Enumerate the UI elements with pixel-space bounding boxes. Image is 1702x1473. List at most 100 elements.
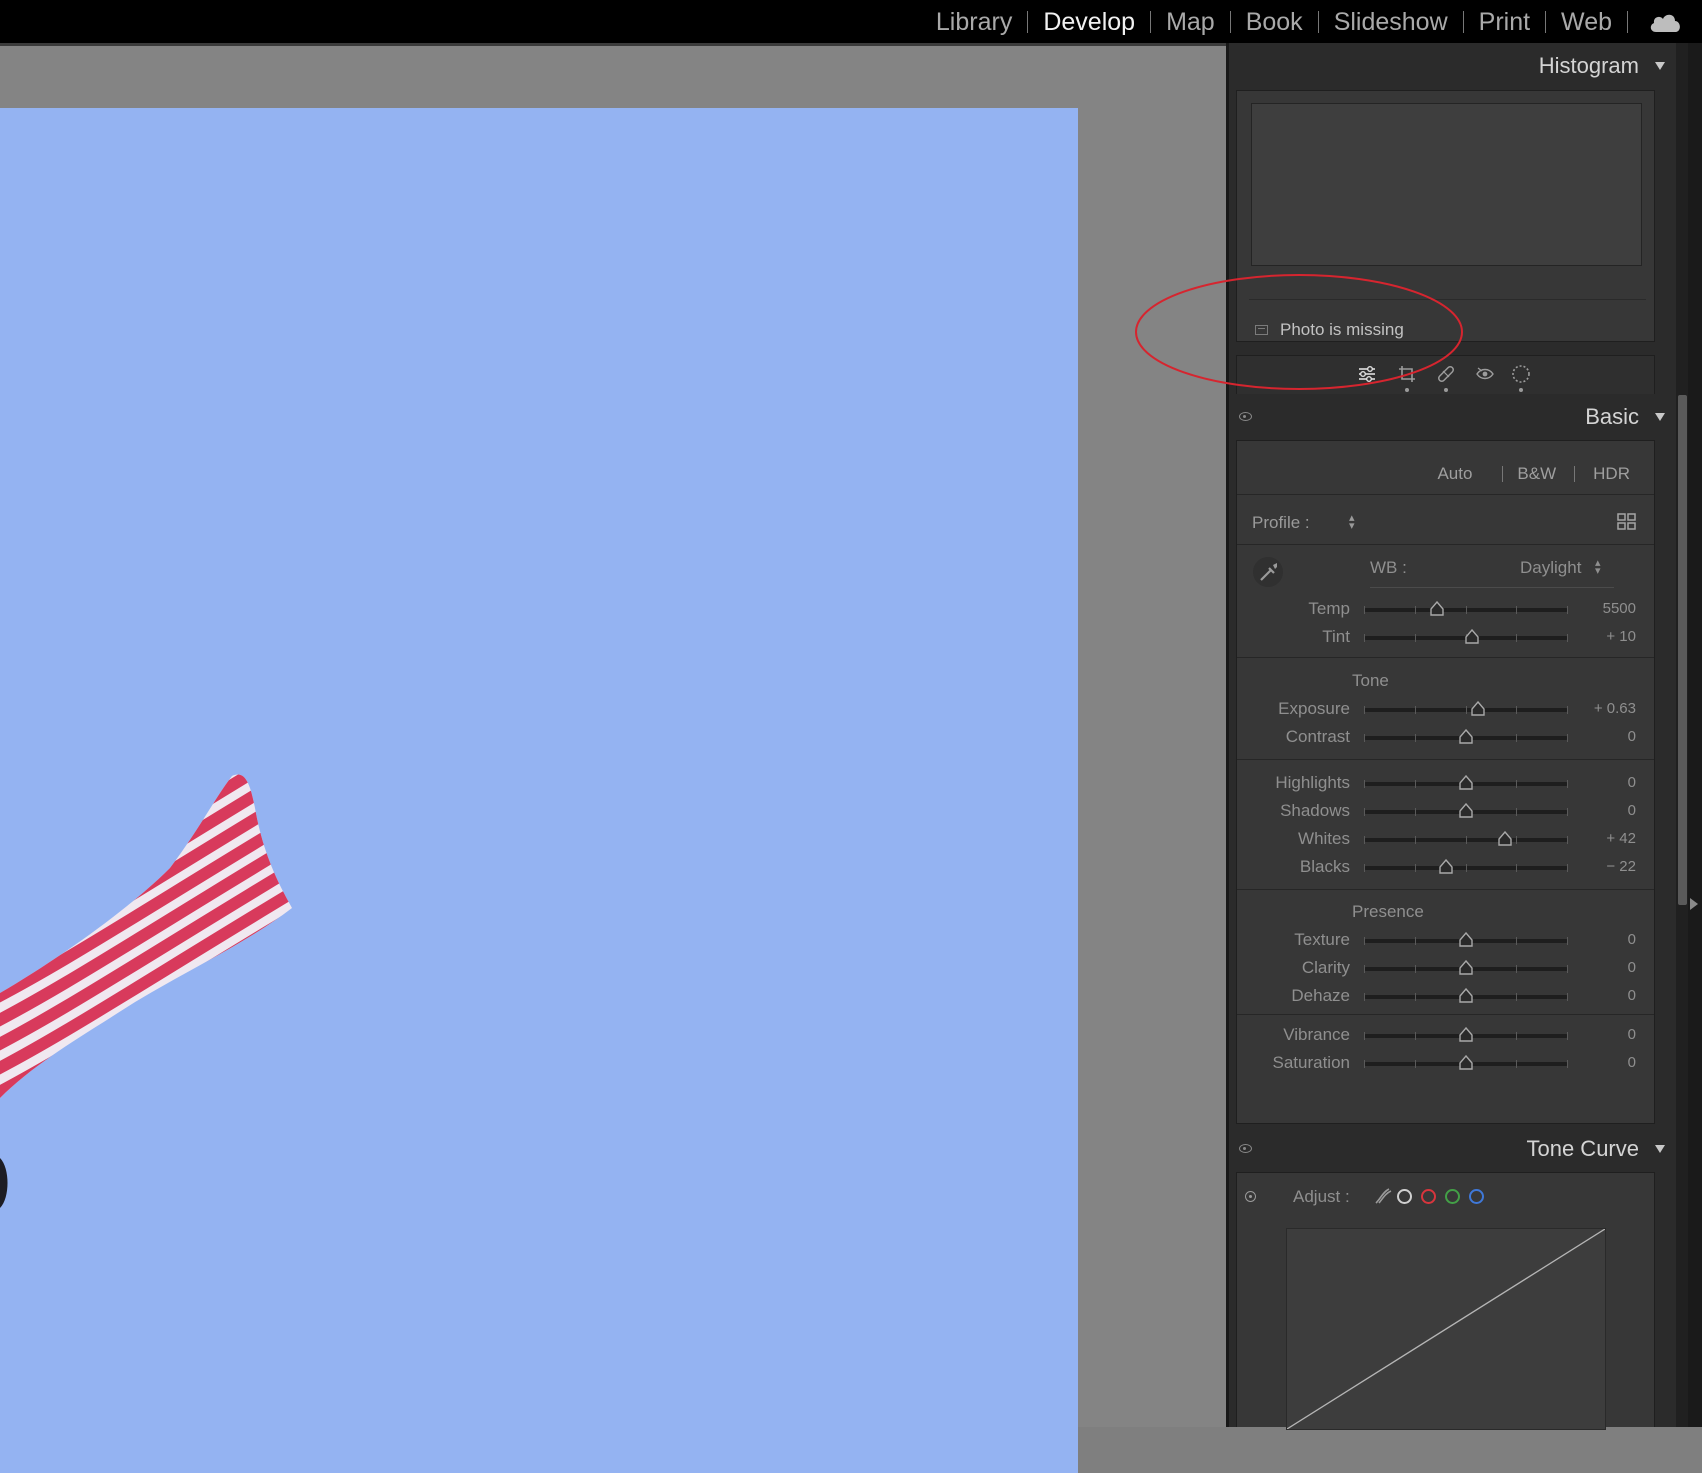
- profile-label[interactable]: Profile :: [1252, 513, 1310, 533]
- basic-header[interactable]: Basic: [1229, 394, 1679, 440]
- wb-preset-select[interactable]: Daylight: [1520, 558, 1581, 578]
- healing-icon[interactable]: [1434, 362, 1458, 386]
- slider-tick: [1567, 836, 1568, 844]
- module-book[interactable]: Book: [1231, 9, 1318, 35]
- panel-visibility-eye-icon[interactable]: [1239, 1144, 1252, 1153]
- photo-preview[interactable]: [0, 108, 1078, 1473]
- bw-button[interactable]: B&W: [1517, 464, 1556, 484]
- temp-value[interactable]: 5500: [1603, 600, 1636, 617]
- highlights-slider-track[interactable]: [1364, 775, 1568, 790]
- tone-curve-graph[interactable]: [1286, 1228, 1606, 1430]
- saturation-slider-track[interactable]: [1364, 1055, 1568, 1070]
- tint-slider-knob[interactable]: [1465, 629, 1479, 644]
- wb-stepper-icon[interactable]: ▴ ▾: [1595, 558, 1601, 577]
- texture-value[interactable]: 0: [1628, 931, 1636, 948]
- dehaze-value[interactable]: 0: [1628, 987, 1636, 1004]
- red-eye-icon[interactable]: [1473, 362, 1497, 386]
- auto-button[interactable]: Auto: [1437, 464, 1472, 484]
- whites-slider-knob[interactable]: [1498, 831, 1512, 846]
- clarity-slider-track[interactable]: [1364, 960, 1568, 975]
- collapse-triangle-icon[interactable]: [1655, 62, 1665, 70]
- tint-value[interactable]: + 10: [1606, 628, 1636, 645]
- curve-channel-red[interactable]: [1421, 1189, 1436, 1204]
- module-web[interactable]: Web: [1546, 9, 1627, 35]
- targeted-adjustment-icon[interactable]: [1245, 1191, 1256, 1202]
- blacks-slider-track[interactable]: [1364, 859, 1568, 874]
- exposure-slider-track[interactable]: [1364, 701, 1568, 716]
- cloud-icon[interactable]: [1648, 9, 1686, 35]
- collapse-triangle-icon[interactable]: [1655, 413, 1665, 421]
- module-map[interactable]: Map: [1151, 9, 1230, 35]
- slider-tick: [1364, 993, 1365, 1001]
- right-panel: Histogram Photo is missing Basic Auto B&…: [1226, 43, 1679, 1430]
- shadows-value[interactable]: 0: [1628, 802, 1636, 819]
- wb-eyedropper-icon[interactable]: [1252, 556, 1284, 588]
- vibrance-slider-track[interactable]: [1364, 1027, 1568, 1042]
- temp-slider-track[interactable]: [1364, 601, 1568, 616]
- contrast-value[interactable]: 0: [1628, 728, 1636, 745]
- hdr-button[interactable]: HDR: [1593, 464, 1630, 484]
- blacks-slider-knob[interactable]: [1438, 859, 1453, 874]
- vibrance-value[interactable]: 0: [1628, 1026, 1636, 1043]
- slider-tick: [1516, 836, 1518, 844]
- right-panel-gutter[interactable]: [1688, 43, 1702, 1427]
- tool-strip: [1236, 355, 1655, 396]
- contrast-slider-knob[interactable]: [1459, 729, 1473, 744]
- module-library[interactable]: Library: [921, 9, 1027, 35]
- slider-tick: [1364, 1032, 1365, 1040]
- curve-channel-green[interactable]: [1445, 1189, 1460, 1204]
- masking-icon[interactable]: [1509, 362, 1533, 386]
- curve-channel-rgb[interactable]: [1397, 1189, 1412, 1204]
- edit-sliders-icon[interactable]: [1355, 362, 1379, 386]
- module-slideshow[interactable]: Slideshow: [1319, 9, 1463, 35]
- clarity-value[interactable]: 0: [1628, 959, 1636, 976]
- photo-missing-indicator[interactable]: Photo is missing: [1255, 320, 1404, 340]
- tint-slider-track[interactable]: [1364, 629, 1568, 644]
- module-print[interactable]: Print: [1464, 9, 1545, 35]
- highlights-slider-knob[interactable]: [1459, 775, 1473, 790]
- profile-browser-grid-icon[interactable]: [1617, 513, 1636, 530]
- whites-label: Whites: [1298, 829, 1350, 848]
- slider-row-blacks: Blacks − 22: [1237, 855, 1654, 883]
- panel-toggle-arrow-icon[interactable]: [1690, 898, 1698, 910]
- temp-slider-knob[interactable]: [1430, 601, 1445, 616]
- vibrance-slider-knob[interactable]: [1459, 1027, 1473, 1042]
- crop-icon[interactable]: [1395, 362, 1419, 386]
- dehaze-slider-track[interactable]: [1364, 988, 1568, 1003]
- highlights-value[interactable]: 0: [1628, 774, 1636, 791]
- clarity-slider-knob[interactable]: [1459, 960, 1473, 975]
- exposure-slider-knob[interactable]: [1471, 701, 1485, 716]
- collapse-triangle-icon[interactable]: [1655, 1145, 1665, 1153]
- temp-label: Temp: [1308, 599, 1350, 618]
- parametric-curve-icon[interactable]: [1373, 1186, 1393, 1206]
- whites-slider-track[interactable]: [1364, 831, 1568, 846]
- shadows-slider-track[interactable]: [1364, 803, 1568, 818]
- texture-slider-knob[interactable]: [1459, 932, 1473, 947]
- panel-scrollbar-thumb[interactable]: [1678, 395, 1687, 905]
- contrast-slider-track[interactable]: [1364, 729, 1568, 744]
- tool-indicator-dot: [1405, 388, 1409, 392]
- module-develop[interactable]: Develop: [1028, 9, 1150, 35]
- panel-visibility-eye-icon[interactable]: [1239, 412, 1252, 421]
- texture-slider-track[interactable]: [1364, 932, 1568, 947]
- saturation-value[interactable]: 0: [1628, 1054, 1636, 1071]
- image-canvas[interactable]: [0, 46, 1226, 1473]
- slider-row-temp: Temp 5500: [1237, 597, 1654, 625]
- exposure-value[interactable]: + 0.63: [1594, 700, 1636, 717]
- slider-tick: [1516, 864, 1518, 872]
- histogram-header[interactable]: Histogram: [1229, 43, 1679, 89]
- profile-stepper-icon[interactable]: ▴ ▾: [1349, 513, 1355, 532]
- shadows-slider-knob[interactable]: [1459, 803, 1473, 818]
- dehaze-slider-knob[interactable]: [1459, 988, 1473, 1003]
- blacks-value[interactable]: − 22: [1606, 858, 1636, 875]
- separator: [1502, 466, 1504, 482]
- slider-tick: [1414, 993, 1416, 1001]
- histogram-graph[interactable]: [1251, 103, 1642, 266]
- curve-channel-blue[interactable]: [1469, 1189, 1484, 1204]
- slider-tick: [1567, 864, 1568, 872]
- saturation-slider-knob[interactable]: [1459, 1055, 1473, 1070]
- tone-curve-header[interactable]: Tone Curve: [1229, 1126, 1679, 1172]
- tone-curve-adjust-label: Adjust :: [1293, 1187, 1350, 1206]
- whites-value[interactable]: + 42: [1606, 830, 1636, 847]
- slider-tick: [1364, 864, 1365, 872]
